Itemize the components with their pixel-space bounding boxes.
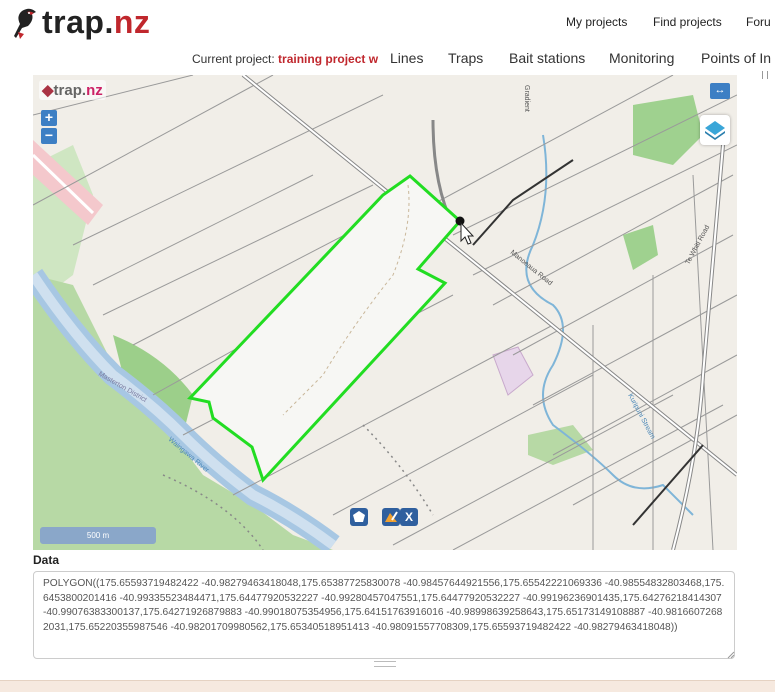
map-green-area xyxy=(633,95,703,165)
map-watermark: ◆trap.nz xyxy=(39,80,106,100)
current-project-name[interactable]: training project w xyxy=(278,52,378,66)
map-road-fill xyxy=(672,144,724,550)
pentagon-icon xyxy=(353,511,365,522)
nav-find-projects[interactable]: Find projects xyxy=(653,15,722,29)
current-project: Current project: training project w xyxy=(192,52,378,66)
current-project-label: Current project: xyxy=(192,52,275,66)
tab-bait-stations[interactable]: Bait stations xyxy=(509,50,585,66)
map-cliff xyxy=(362,424,434,516)
zoom-in-button[interactable]: + xyxy=(41,110,57,126)
tab-points-of-interest[interactable]: Points of In xyxy=(701,50,771,66)
tab-traps[interactable]: Traps xyxy=(448,50,483,66)
edit-polygon-tool[interactable] xyxy=(382,508,400,526)
bird-logo-icon xyxy=(14,8,36,39)
map-label-road: Manoeaua Road xyxy=(509,249,554,287)
resize-grip[interactable] xyxy=(374,661,396,667)
delete-polygon-tool[interactable]: X xyxy=(400,508,418,526)
brand-name: trap.nz xyxy=(42,4,151,40)
nav-my-projects[interactable]: My projects xyxy=(566,15,627,29)
fullscreen-icon[interactable]: ↔ xyxy=(710,83,730,99)
zoom-out-button[interactable]: − xyxy=(41,128,57,144)
map-track xyxy=(472,159,574,246)
project-bar: Current project: training project w Line… xyxy=(0,50,775,70)
layers-button[interactable] xyxy=(700,115,730,145)
scale-bar: 500 m xyxy=(40,527,156,544)
map-canvas[interactable]: Manoeaua Road Te Whiti Road Kuripuni Str… xyxy=(33,75,737,550)
tab-monitoring[interactable]: Monitoring xyxy=(609,50,674,66)
tab-lines[interactable]: Lines xyxy=(390,50,423,66)
layers-icon xyxy=(705,121,725,140)
map-track xyxy=(632,444,704,526)
data-textarea[interactable]: POLYGON((175.65593719482422 -40.98279463… xyxy=(33,571,735,659)
map-view[interactable]: Manoeaua Road Te Whiti Road Kuripuni Str… xyxy=(33,75,737,550)
edit-shape-icon xyxy=(385,511,398,522)
data-heading: Data xyxy=(33,553,60,567)
watermark-bird-icon: ◆ xyxy=(42,82,54,99)
resize-corner-icon[interactable] xyxy=(727,651,735,659)
nav-forum[interactable]: Foru xyxy=(746,15,771,29)
map-road-te-whiti xyxy=(671,144,725,550)
polygon-vertex-handle[interactable] xyxy=(455,216,465,226)
header: trap.nz My projects Find projects Foru xyxy=(0,0,775,44)
site-logo[interactable]: trap.nz xyxy=(10,4,150,41)
footer-strip xyxy=(0,680,775,692)
draw-polygon-tool[interactable] xyxy=(350,508,368,526)
drawn-polygon[interactable] xyxy=(187,174,463,483)
nav-overflow-marker xyxy=(762,71,768,79)
map-label-road: Gradient xyxy=(523,85,530,112)
